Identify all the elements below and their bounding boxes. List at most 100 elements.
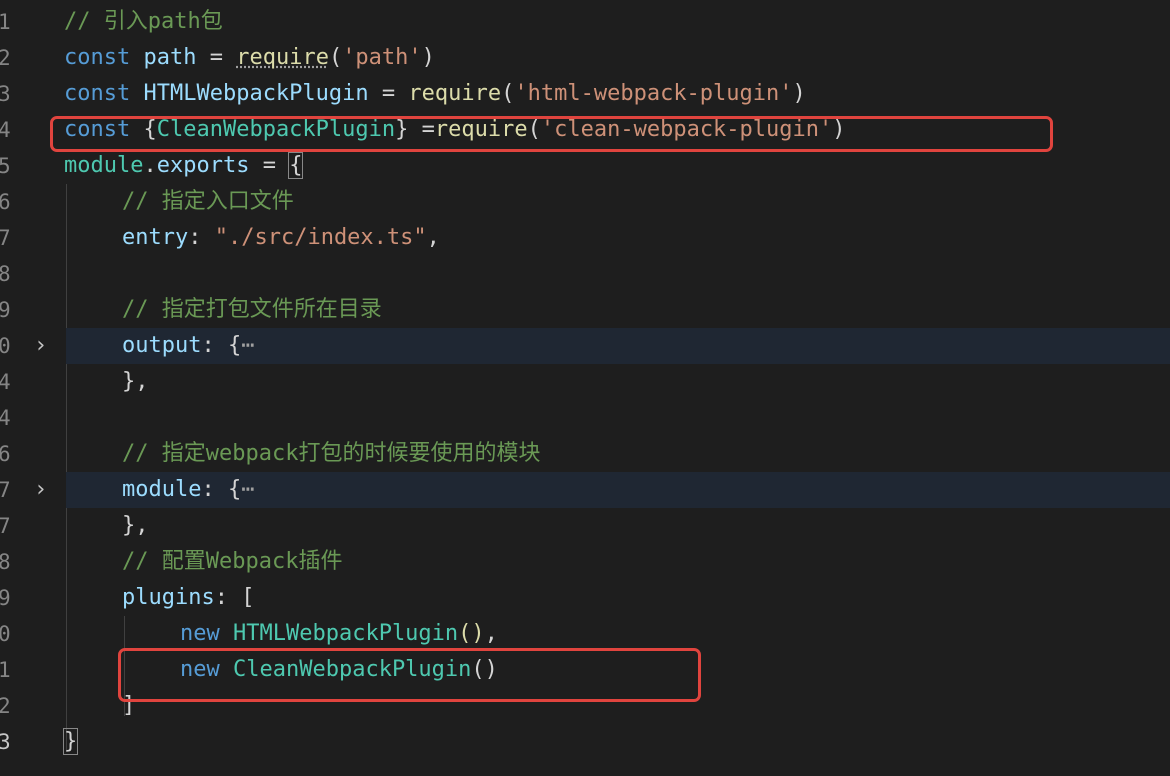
code-line: 3 } — [0, 724, 1170, 760]
paren: ( — [328, 45, 343, 70]
code-line: 7 }, — [0, 508, 1170, 544]
comment: // 指定入口文件 — [122, 189, 294, 214]
property: entry — [122, 225, 189, 250]
class-name: HTMLWebpackPlugin — [233, 621, 459, 646]
line-number: 8 — [0, 550, 11, 574]
code-line: 8 — [0, 256, 1170, 292]
code-line-folded[interactable]: 7 › module: {⋯ — [0, 472, 1170, 508]
code-text: // 指定打包文件所在目录 — [122, 292, 382, 328]
comma: , — [135, 513, 149, 538]
code-line: 9 plugins: [ — [0, 580, 1170, 616]
code-text: }, — [122, 508, 149, 544]
line-number: 5 — [0, 154, 11, 178]
code-line-folded[interactable]: 0 › output: {⋯ — [0, 328, 1170, 364]
code-line: 9 // 指定打包文件所在目录 — [0, 292, 1170, 328]
line-number: 1 — [0, 658, 11, 682]
line-number: 4 — [0, 118, 11, 142]
line-number: 0 — [0, 334, 11, 358]
code-text: // 指定入口文件 — [122, 184, 294, 220]
line-number: 9 — [0, 298, 11, 322]
highlight-box — [50, 116, 1053, 152]
code-text: // 指定webpack打包的时候要使用的模块 — [122, 436, 540, 472]
line-number: 6 — [0, 190, 11, 214]
code-line: 1 // 引入path包 — [0, 4, 1170, 40]
colon: : — [201, 333, 228, 358]
highlight-box — [118, 648, 701, 702]
operator: = — [368, 81, 409, 106]
line-number: 4 — [0, 370, 11, 394]
code-editor[interactable]: 1 // 引入path包 2 const path = require('pat… — [0, 0, 1170, 776]
line-number: 7 — [0, 514, 11, 538]
line-number: 7 — [0, 226, 11, 250]
operator: = — [196, 45, 237, 70]
comment: // 引入path包 — [64, 9, 223, 34]
line-number: 3 — [0, 82, 11, 106]
code-line: 4 — [0, 400, 1170, 436]
comment: // 配置Webpack插件 — [122, 549, 343, 574]
code-line: 4 }, — [0, 364, 1170, 400]
code-text: // 配置Webpack插件 — [122, 544, 342, 580]
code-text: module: {⋯ — [122, 472, 254, 508]
operator: = — [249, 153, 290, 178]
fold-ellipsis[interactable]: ⋯ — [241, 477, 254, 502]
line-number: 0 — [0, 622, 11, 646]
code-text: output: {⋯ — [122, 328, 254, 364]
call-parens: () — [458, 621, 485, 646]
paren: ( — [501, 81, 515, 106]
line-number: 1 — [0, 10, 11, 34]
brace: } — [62, 728, 79, 755]
function-call: require — [408, 81, 502, 106]
brace: } — [122, 369, 136, 394]
line-number: 8 — [0, 262, 11, 286]
brace: { — [227, 477, 242, 502]
keyword: new — [180, 621, 220, 646]
brace: } — [122, 513, 136, 538]
comma: , — [426, 225, 440, 250]
code-text: } — [62, 724, 79, 760]
code-line: 2 const path = require('path') — [0, 40, 1170, 76]
code-text: module.exports = { — [64, 148, 304, 184]
code-text: new HTMLWebpackPlugin(), — [180, 616, 498, 652]
string: 'html-webpack-plugin' — [514, 81, 793, 106]
code-line: 6 // 指定webpack打包的时候要使用的模块 — [0, 436, 1170, 472]
property: plugins — [122, 585, 215, 610]
fold-ellipsis[interactable]: ⋯ — [241, 333, 254, 358]
paren: ) — [421, 45, 435, 70]
line-number: 9 — [0, 586, 11, 610]
line-number: 2 — [0, 46, 11, 70]
chevron-right-icon[interactable]: › — [34, 328, 52, 364]
code-line: 0 new HTMLWebpackPlugin(), — [0, 616, 1170, 652]
colon: : — [214, 585, 242, 610]
keyword: const — [64, 45, 131, 70]
code-text: const path = require('path') — [64, 40, 435, 76]
code-line: 6 // 指定入口文件 — [0, 184, 1170, 220]
line-number: 6 — [0, 442, 11, 466]
chevron-right-icon[interactable]: › — [34, 472, 52, 508]
identifier: module — [64, 153, 144, 178]
code-line: 5 module.exports = { — [0, 148, 1170, 184]
string: "./src/index.ts" — [214, 225, 427, 250]
paren: ) — [792, 81, 806, 106]
line-number: 4 — [0, 406, 11, 430]
code-line: 3 const HTMLWebpackPlugin = require('htm… — [0, 76, 1170, 112]
function-call: require — [236, 45, 329, 70]
comment: // 指定打包文件所在目录 — [122, 297, 382, 322]
identifier: HTMLWebpackPlugin — [143, 81, 369, 106]
comma: , — [484, 621, 498, 646]
comma: , — [135, 369, 149, 394]
dot: . — [143, 153, 157, 178]
line-number: 3 — [0, 730, 11, 754]
string: 'path' — [342, 45, 422, 70]
comment: // 指定webpack打包的时候要使用的模块 — [122, 441, 541, 466]
colon: : — [188, 225, 215, 250]
identifier: path — [143, 45, 197, 70]
brace: { — [227, 333, 242, 358]
line-number: 2 — [0, 694, 11, 718]
bracket: [ — [241, 585, 255, 610]
property: output — [122, 333, 202, 358]
code-text: entry: "./src/index.ts", — [122, 220, 440, 256]
code-text: }, — [122, 364, 149, 400]
code-line: 7 entry: "./src/index.ts", — [0, 220, 1170, 256]
code-text: const HTMLWebpackPlugin = require('html-… — [64, 76, 806, 112]
line-number: 7 — [0, 478, 11, 502]
